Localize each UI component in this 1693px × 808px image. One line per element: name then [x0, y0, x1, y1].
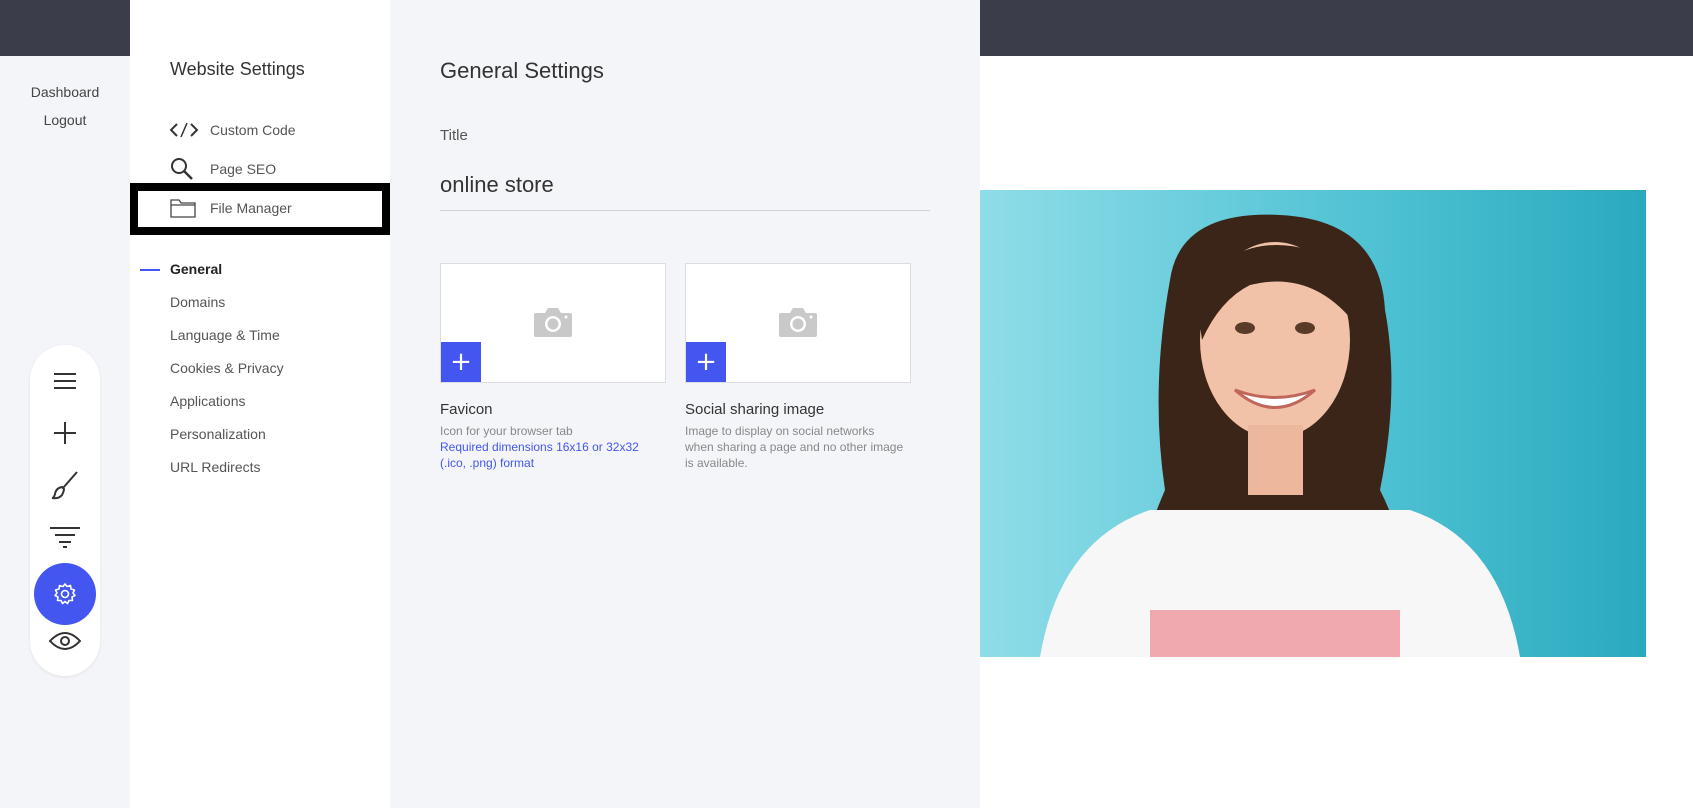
title-label: Title — [440, 127, 468, 144]
title-input[interactable] — [440, 160, 930, 211]
menu-icon — [54, 373, 76, 389]
filter-button[interactable] — [30, 512, 100, 562]
social-image-add-button[interactable]: + — [686, 342, 726, 382]
file-manager-highlight — [130, 183, 390, 235]
menu-item-general[interactable]: General — [170, 261, 222, 277]
favicon-title: Favicon — [440, 401, 493, 418]
favicon-add-button[interactable]: + — [441, 342, 481, 382]
menu-button[interactable] — [30, 356, 100, 406]
editor-toolbar — [30, 345, 100, 676]
menu-item-cookies-privacy[interactable]: Cookies & Privacy — [170, 360, 284, 376]
camera-icon — [534, 308, 572, 337]
dashboard-link[interactable]: Dashboard — [0, 84, 130, 100]
hero-photo — [980, 190, 1646, 657]
menu-item-language-time[interactable]: Language & Time — [170, 327, 280, 343]
filter-icon — [50, 527, 80, 548]
nav-item-page-seo[interactable]: Page SEO — [170, 155, 380, 183]
nav-title: Website Settings — [170, 59, 305, 79]
menu-item-personalization[interactable]: Personalization — [170, 426, 266, 442]
design-button[interactable] — [30, 460, 100, 510]
menu-item-url-redirects[interactable]: URL Redirects — [170, 459, 261, 475]
active-indicator — [140, 269, 160, 271]
page-title: General Settings — [440, 58, 604, 83]
search-icon — [171, 158, 193, 180]
nav-item-label: Custom Code — [210, 122, 296, 138]
code-icon — [170, 122, 198, 138]
brush-icon — [51, 471, 78, 500]
logout-link[interactable]: Logout — [0, 112, 130, 128]
nav-item-label: Page SEO — [210, 161, 277, 177]
favicon-upload-box[interactable]: + — [440, 263, 666, 383]
favicon-desc-text: Icon for your browser tab — [440, 424, 573, 438]
social-image-description: Image to display on social networks when… — [685, 424, 904, 470]
social-image-upload-box[interactable]: + — [685, 263, 911, 383]
nav-item-custom-code[interactable]: Custom Code — [170, 116, 380, 144]
smiling-woman-photo — [980, 190, 1646, 657]
menu-item-domains[interactable]: Domains — [170, 294, 225, 310]
eye-icon — [49, 632, 81, 650]
settings-nav-panel: Website Settings Custom Code Page SEO Fi… — [130, 0, 390, 808]
menu-item-applications[interactable]: Applications — [170, 393, 246, 409]
favicon-description: Icon for your browser tab Required dimen… — [440, 423, 660, 471]
camera-icon — [779, 308, 817, 337]
gear-icon — [54, 583, 76, 605]
add-element-button[interactable] — [30, 408, 100, 458]
preview-button[interactable] — [30, 616, 100, 666]
social-image-title: Social sharing image — [685, 401, 825, 418]
general-settings-panel: General Settings Title + Favicon Icon fo… — [390, 0, 980, 808]
plus-icon — [54, 422, 76, 444]
favicon-requirement: Required dimensions 16x16 or 32x32 (.ico… — [440, 440, 639, 470]
